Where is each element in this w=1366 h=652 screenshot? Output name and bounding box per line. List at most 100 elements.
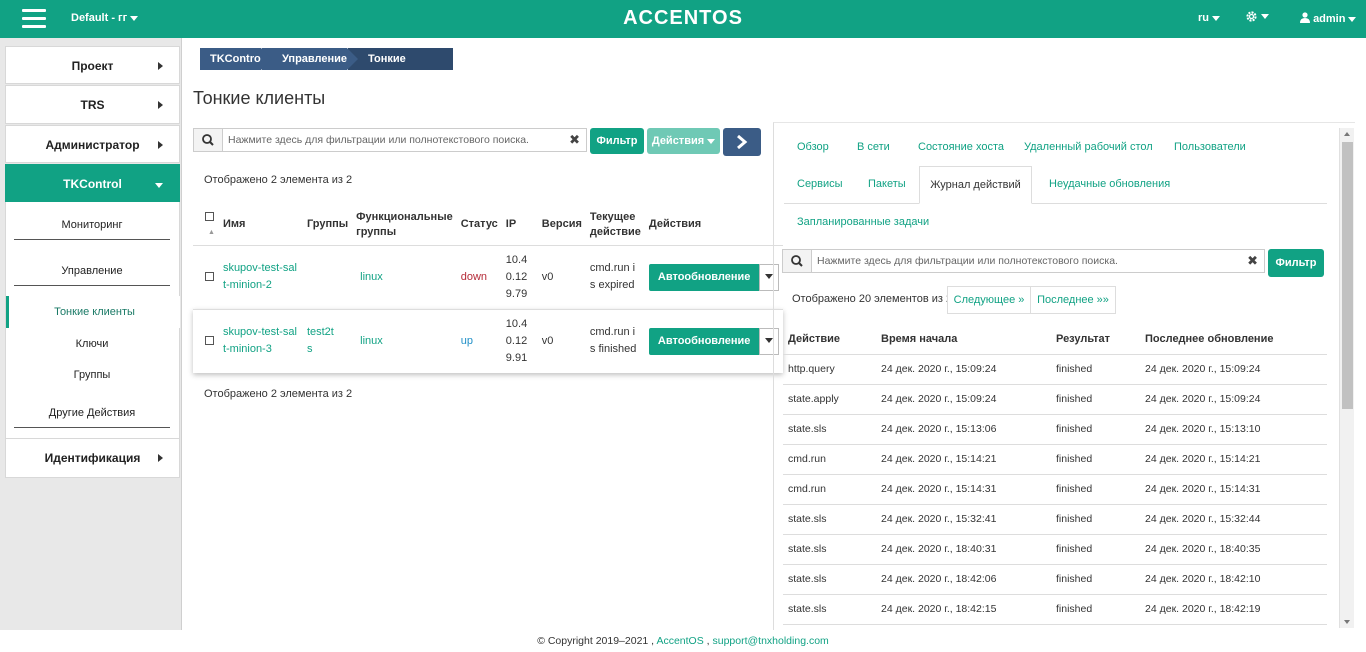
- search-input[interactable]: Нажмите здесь для фильтрации или полноте…: [228, 134, 529, 146]
- auto-update-button[interactable]: Автообновление: [648, 263, 760, 291]
- select-all-header[interactable]: ▲: [193, 205, 219, 245]
- scrollbar-thumb[interactable]: [1342, 142, 1353, 409]
- client-name-link[interactable]: skupov-test-salt-minion-3: [223, 324, 299, 358]
- log-result: finished: [1051, 414, 1140, 445]
- row-checkbox[interactable]: [205, 336, 214, 346]
- tab-remote-desktop[interactable]: Удаленный рабочий стол: [1024, 141, 1153, 153]
- log-last-update: 24 дек. 2020 г., 15:09:24: [1140, 354, 1327, 385]
- actions-dropdown-button[interactable]: Действия: [647, 128, 720, 154]
- sidebar-subitem-other-actions[interactable]: Другие Действия: [14, 407, 170, 428]
- status-badge: down: [460, 270, 488, 283]
- col-name[interactable]: Имя: [219, 205, 303, 245]
- search-icon[interactable]: [783, 250, 812, 272]
- user-menu[interactable]: admin: [1300, 12, 1357, 25]
- col-actions: Действия: [648, 218, 702, 231]
- log-result: finished: [1051, 474, 1140, 505]
- sidebar-item-project[interactable]: Проект: [5, 46, 180, 84]
- log-last-update: 24 дек. 2020 г., 15:09:24: [1140, 384, 1327, 415]
- tkcontrol-submenu: Мониторинг Управление Тонкие клиенты Клю…: [5, 202, 180, 438]
- sidebar-subitem-groups[interactable]: Группы: [14, 369, 170, 381]
- settings-menu[interactable]: [1245, 10, 1269, 23]
- client-groups[interactable]: test2ts: [307, 324, 335, 358]
- clients-search: Нажмите здесь для фильтрации или полноте…: [193, 128, 587, 152]
- next-page-button[interactable]: Следующее »: [947, 286, 1031, 314]
- sidebar-subitem-management[interactable]: Управление: [14, 265, 170, 286]
- select-all-checkbox[interactable]: [205, 211, 214, 221]
- tab-failed-updates[interactable]: Неудачные обновления: [1049, 178, 1170, 190]
- col-last-update[interactable]: Последнее обновление: [1140, 324, 1327, 355]
- breadcrumb-tkcontrol[interactable]: TKControl: [200, 48, 272, 70]
- table-row: skupov-test-salt-minion-3 test2ts linux …: [193, 308, 784, 373]
- client-func-groups[interactable]: linux: [360, 335, 383, 347]
- log-result: finished: [1051, 534, 1140, 565]
- page-title: Тонкие клиенты: [193, 88, 326, 108]
- log-action: state.apply: [783, 384, 876, 415]
- logo: ACCENTOS: [623, 7, 743, 29]
- breadcrumb-management[interactable]: Управление: [262, 48, 358, 70]
- client-func-groups[interactable]: linux: [360, 271, 383, 283]
- log-search-input[interactable]: Нажмите здесь для фильтрации или полноте…: [817, 255, 1118, 267]
- support-email-link[interactable]: support@tnxholding.com: [712, 635, 828, 647]
- chevron-down-icon: [1261, 14, 1269, 19]
- action-log-table: Действие Время начала Результат Последне…: [783, 324, 1327, 625]
- tab-host-state[interactable]: Состояние хоста: [918, 141, 1004, 153]
- username: admin: [1313, 13, 1346, 25]
- sidebar-item-trs[interactable]: TRS: [5, 85, 180, 124]
- col-func-groups[interactable]: Функциональные группы: [352, 205, 457, 245]
- client-ip: 10.40.129.79: [505, 253, 528, 300]
- clear-icon[interactable]: ✖: [569, 132, 580, 148]
- tab-packages[interactable]: Пакеты: [868, 178, 906, 190]
- sidebar-item-tkcontrol[interactable]: TKControl: [5, 164, 180, 202]
- sidebar-item-identity[interactable]: Идентификация: [5, 438, 180, 478]
- detail-scrollbar[interactable]: [1339, 128, 1354, 628]
- table-row: cmd.run 24 дек. 2020 г., 15:14:31 finished…: [783, 474, 1327, 505]
- col-result[interactable]: Результат: [1051, 324, 1140, 355]
- tab-online[interactable]: В сети: [857, 141, 890, 153]
- log-result: finished: [1051, 564, 1140, 595]
- client-name-link[interactable]: skupov-test-salt-minion-2: [223, 260, 299, 294]
- col-version[interactable]: Версия: [538, 205, 586, 245]
- scroll-down-icon[interactable]: [1344, 620, 1350, 624]
- sidebar-item-admin[interactable]: Администратор: [5, 125, 180, 163]
- search-icon[interactable]: [194, 129, 223, 151]
- sidebar-item-label: Идентификация: [44, 451, 141, 465]
- filter-button[interactable]: Фильтр: [590, 128, 644, 154]
- sidebar-subitem-monitoring[interactable]: Мониторинг: [14, 219, 170, 240]
- chevron-down-icon: [707, 138, 716, 144]
- tab-action-log[interactable]: Журнал действий: [919, 166, 1032, 204]
- col-ip[interactable]: IP: [502, 205, 538, 245]
- sidebar-subitem-keys[interactable]: Ключи: [14, 338, 170, 350]
- row-checkbox[interactable]: [205, 272, 214, 282]
- log-last-update: 24 дек. 2020 г., 15:13:10: [1140, 414, 1327, 445]
- sidebar-subitem-thin-clients[interactable]: Тонкие клиенты: [6, 296, 180, 328]
- log-last-update: 24 дек. 2020 г., 18:42:10: [1140, 564, 1327, 595]
- log-start-time: 24 дек. 2020 г., 18:42:06: [876, 564, 1051, 595]
- col-status[interactable]: Статус: [457, 205, 502, 245]
- col-start-time[interactable]: Время начала: [876, 324, 1051, 355]
- client-current-action: cmd.run is finished: [589, 326, 637, 356]
- tab-services[interactable]: Сервисы: [797, 178, 843, 190]
- log-last-update: 24 дек. 2020 г., 15:32:44: [1140, 504, 1327, 535]
- log-search: Нажмите здесь для фильтрации или полноте…: [782, 249, 1265, 273]
- log-last-update: 24 дек. 2020 г., 15:14:31: [1140, 474, 1327, 505]
- sort-icon[interactable]: ▲: [208, 229, 215, 236]
- auto-update-button[interactable]: Автообновление: [648, 327, 760, 355]
- language-selector[interactable]: ru: [1198, 12, 1220, 24]
- log-last-update: 24 дек. 2020 г., 18:40:35: [1140, 534, 1327, 565]
- col-action[interactable]: Действие: [783, 324, 876, 355]
- col-groups[interactable]: Группы: [303, 205, 352, 245]
- col-current-action[interactable]: Текущее действие: [586, 205, 645, 245]
- tab-users[interactable]: Пользователи: [1174, 141, 1246, 153]
- clear-icon[interactable]: ✖: [1247, 253, 1258, 269]
- scroll-up-icon[interactable]: [1344, 132, 1350, 136]
- last-page-button[interactable]: Последнее »»: [1030, 286, 1116, 314]
- user-icon: [1300, 12, 1310, 23]
- tab-overview[interactable]: Обзор: [797, 141, 829, 153]
- table-row: state.sls 24 дек. 2020 г., 18:42:15 finish…: [783, 594, 1327, 625]
- next-arrow-button[interactable]: [723, 128, 761, 156]
- table-row: state.sls 24 дек. 2020 г., 15:13:06 finish…: [783, 414, 1327, 445]
- items-count-bottom: Отображено 2 элемента из 2: [204, 388, 353, 400]
- tab-scheduled-tasks[interactable]: Запланированные задачи: [797, 216, 929, 228]
- brand-link[interactable]: AccentOS: [656, 635, 703, 647]
- log-filter-button[interactable]: Фильтр: [1268, 249, 1324, 277]
